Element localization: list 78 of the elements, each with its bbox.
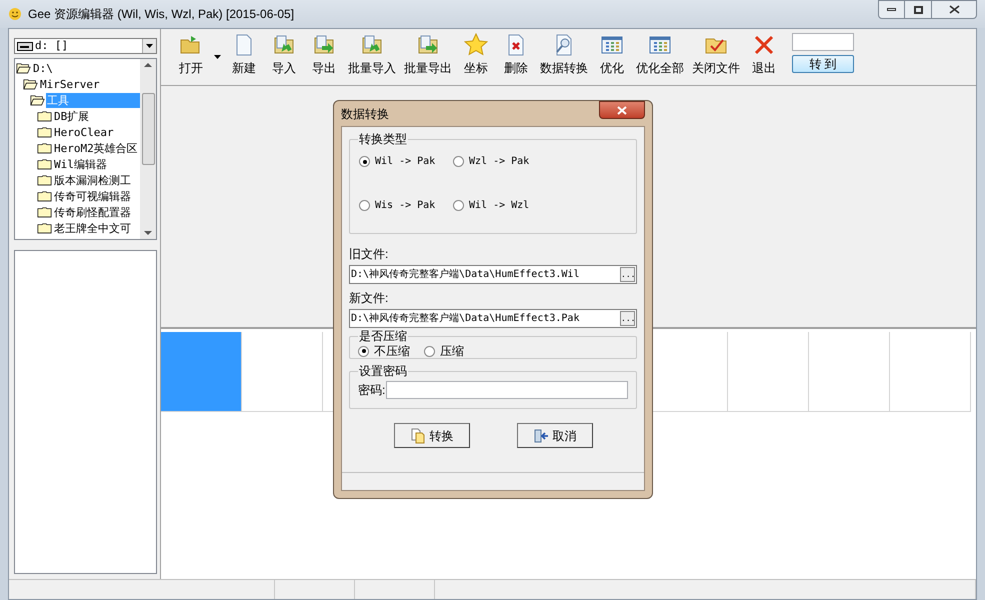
close-button[interactable] (932, 0, 977, 19)
scrollbar[interactable] (140, 59, 156, 239)
goto-field[interactable] (792, 33, 854, 51)
field-label: 新文件: (349, 290, 390, 307)
tree-item[interactable]: D:\ (32, 60, 54, 76)
close-icon (617, 106, 627, 114)
toolbar-button[interactable]: 优化全部 (632, 33, 688, 75)
folder-icon (37, 158, 52, 170)
toolbar-button[interactable]: 数据转换 (536, 33, 592, 75)
smiley-icon (8, 7, 22, 21)
tree-item[interactable]: MirServer (39, 76, 101, 92)
tree-item[interactable]: DB扩展 (53, 108, 90, 124)
radio-option[interactable]: Wil -> Pak (359, 154, 453, 169)
browse-button[interactable]: ... (620, 267, 635, 282)
document-icon (410, 428, 426, 444)
toolbar-button[interactable]: 关闭文件 (688, 33, 744, 75)
tree-item[interactable]: HeroClear (53, 124, 115, 140)
folder-icon (37, 222, 52, 234)
path-field[interactable]: D:\神风传奇完整客户端\Data\HumEffect3.Wil ... (349, 265, 637, 284)
grid-cell[interactable] (728, 332, 809, 412)
minimize-button[interactable] (878, 0, 905, 19)
radio-option[interactable]: Wis -> Pak (359, 198, 453, 213)
path-field[interactable]: D:\神风传奇完整客户端\Data\HumEffect3.Pak ... (349, 309, 637, 328)
close-icon (752, 33, 776, 57)
toolbar-button[interactable]: 导入 (264, 33, 304, 75)
grid-cell[interactable] (161, 332, 242, 412)
caret-icon (146, 44, 153, 48)
toolbar-button[interactable]: 批量导出 (400, 33, 456, 75)
tree-item[interactable]: 版本漏洞检测工 (53, 172, 132, 188)
drive-select[interactable]: d: [] (14, 38, 157, 54)
maximize-button[interactable] (905, 0, 932, 19)
drive-icon (17, 42, 33, 50)
folder-icon (37, 206, 52, 218)
dialog-button[interactable]: 转换 (394, 423, 470, 448)
open-folder-icon (16, 62, 31, 74)
toolbar-button[interactable]: 退出 (744, 33, 784, 75)
grid-cell[interactable] (809, 332, 890, 412)
radio-option[interactable]: Wil -> Wzl (453, 198, 628, 213)
toolbar-button[interactable]: 优化 (592, 33, 632, 75)
open-folder-icon (23, 78, 38, 90)
radio-option[interactable]: 不压缩 (358, 342, 410, 360)
toolbar-button[interactable]: 删除 (496, 33, 536, 75)
dialog-button[interactable]: 取消 (516, 423, 592, 448)
folder-icon (37, 190, 52, 202)
tree-item[interactable]: HeroM2英雄合区 (53, 140, 139, 156)
browse-button[interactable]: ... (620, 311, 635, 326)
grid-cell[interactable] (242, 332, 323, 412)
close-button[interactable] (599, 101, 645, 119)
folder-icon (37, 174, 52, 186)
goto-button[interactable]: 转 到 (792, 55, 854, 73)
close-icon (948, 5, 960, 14)
field-label: 密码: (358, 382, 386, 399)
exit-door-icon (532, 428, 548, 444)
toolbar-button[interactable]: 导出 (304, 33, 344, 75)
folder-icon (37, 126, 52, 138)
toolbar-button[interactable]: 打开 (171, 33, 211, 75)
radio-option[interactable]: Wzl -> Pak (453, 154, 628, 169)
folder-icon (37, 110, 52, 122)
tree-item[interactable]: 传奇刷怪配置器 (53, 204, 132, 220)
tree-item[interactable]: Wil编辑器 (53, 156, 108, 172)
grid-cell[interactable] (890, 332, 971, 412)
toolbar-button[interactable]: 新建 (224, 33, 264, 75)
group-title: 是否压缩 (358, 330, 408, 343)
caret-icon[interactable] (214, 55, 221, 59)
password-field[interactable] (386, 381, 628, 399)
radio-option[interactable]: 压缩 (424, 342, 464, 360)
open-folder-icon (30, 94, 45, 106)
group-title: 转换类型 (358, 133, 408, 146)
tree-item[interactable]: 老王牌全中文可 (53, 220, 132, 236)
toolbar-button[interactable]: 批量导入 (344, 33, 400, 75)
toolbar-button[interactable]: 坐标 (456, 33, 496, 75)
folder-icon (37, 142, 52, 154)
window-title: Gee 资源编辑器 (Wil, Wis, Wzl, Pak) [2015-06-05] (28, 6, 294, 23)
group-title: 设置密码 (358, 365, 408, 378)
star-icon (464, 33, 488, 57)
tree-item[interactable]: 传奇可视编辑器 (53, 188, 132, 204)
dialog-title: 数据转换 (341, 106, 389, 122)
field-label: 旧文件: (349, 246, 390, 263)
